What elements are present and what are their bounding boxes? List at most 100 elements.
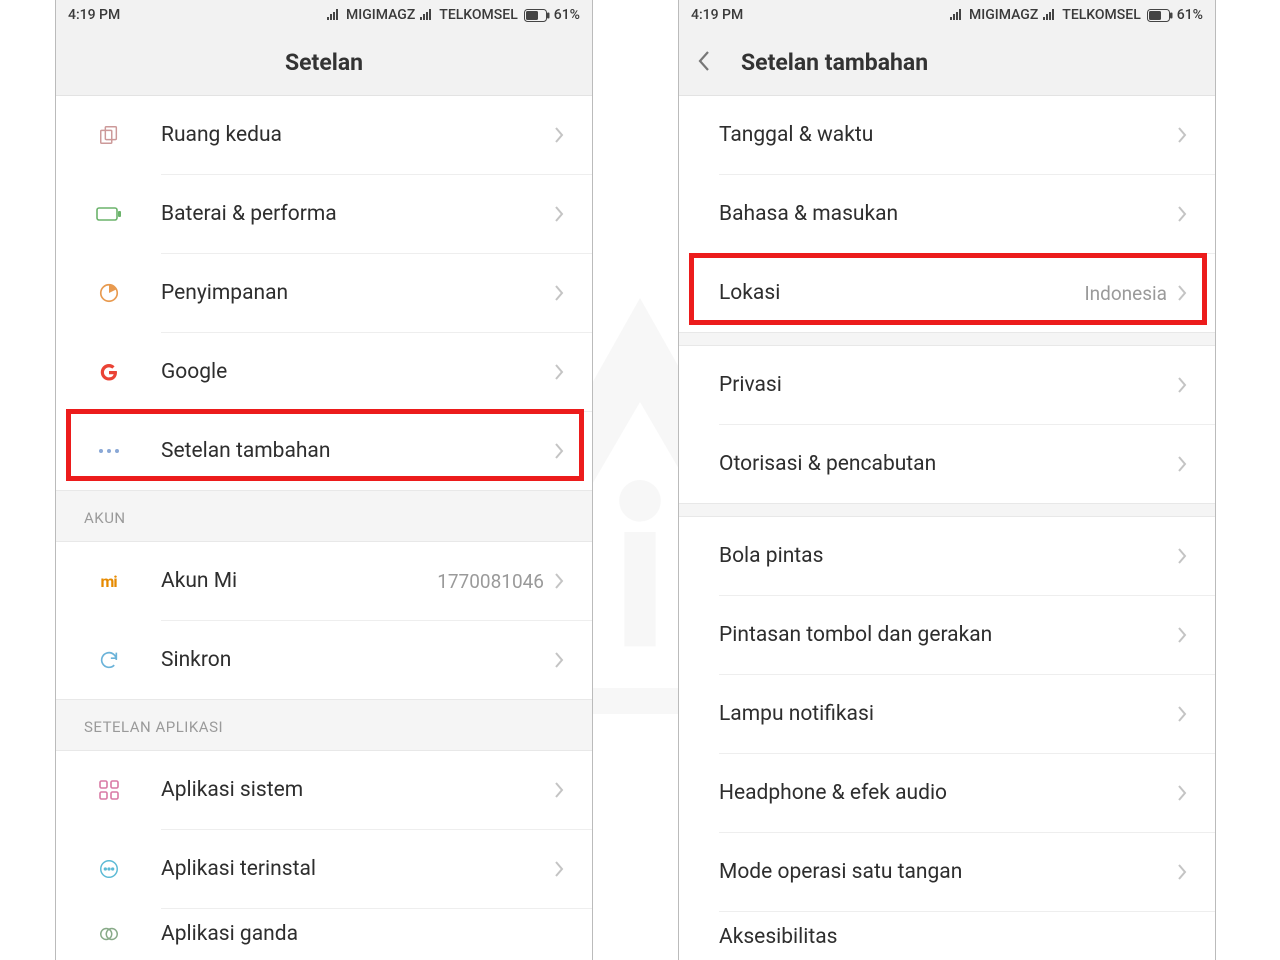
row-sinkron[interactable]: Sinkron	[56, 621, 592, 699]
page-title: Setelan tambahan	[741, 49, 928, 76]
row-label: Aplikasi ganda	[161, 922, 564, 946]
row-label: Ruang kedua	[161, 123, 554, 147]
row-label: Aplikasi sistem	[161, 778, 554, 802]
chevron-right-icon	[554, 781, 564, 799]
chevron-right-icon	[1177, 547, 1187, 565]
row-tanggal[interactable]: Tanggal & waktu	[679, 96, 1215, 174]
row-aplikasi-ganda[interactable]: Aplikasi ganda	[56, 909, 592, 959]
row-setelan-tambahan[interactable]: Setelan tambahan	[56, 412, 592, 490]
row-label: Sinkron	[161, 648, 554, 672]
row-privasi[interactable]: Privasi	[679, 346, 1215, 424]
battery-percent: 61%	[554, 7, 580, 23]
status-bar: 4:19 PM MIGIMAGZ TELKOMSEL 61%	[679, 0, 1215, 30]
row-label: Google	[161, 360, 554, 384]
chevron-right-icon	[554, 651, 564, 669]
mi-icon: mi	[100, 572, 116, 591]
chevron-left-icon	[697, 49, 711, 73]
row-label: Aplikasi terinstal	[161, 857, 554, 881]
phone-left-settings: 4:19 PM MIGIMAGZ TELKOMSEL 61% Setelan R…	[55, 0, 593, 960]
carrier-1: MIGIMAGZ	[346, 7, 415, 23]
chevron-right-icon	[1177, 284, 1187, 302]
row-lampu[interactable]: Lampu notifikasi	[679, 675, 1215, 753]
row-label: Headphone & efek audio	[719, 781, 1177, 805]
status-time: 4:19 PM	[68, 7, 120, 23]
chevron-right-icon	[1177, 784, 1187, 802]
chevron-right-icon	[1177, 626, 1187, 644]
chevron-right-icon	[554, 572, 564, 590]
row-value: 1770081046	[437, 570, 544, 593]
row-label: Baterai & performa	[161, 202, 554, 226]
row-penyimpanan[interactable]: Penyimpanan	[56, 254, 592, 332]
section-setelan-aplikasi: SETELAN APLIKASI	[56, 699, 592, 751]
row-mode-satu[interactable]: Mode operasi satu tangan	[679, 833, 1215, 911]
row-label: Bola pintas	[719, 544, 1177, 568]
chevron-right-icon	[1177, 376, 1187, 394]
phone-right-additional-settings: 4:19 PM MIGIMAGZ TELKOMSEL 61% Setelan t…	[678, 0, 1216, 960]
section-akun: AKUN	[56, 490, 592, 542]
signal-icon-2	[1042, 9, 1056, 21]
chevron-right-icon	[1177, 205, 1187, 223]
header-settings: Setelan	[56, 30, 592, 96]
dual-apps-icon	[98, 923, 120, 945]
row-label: Setelan tambahan	[161, 439, 554, 463]
signal-icon-1	[326, 9, 340, 21]
chevron-right-icon	[554, 284, 564, 302]
row-ruang-kedua[interactable]: Ruang kedua	[56, 96, 592, 174]
chevron-right-icon	[1177, 863, 1187, 881]
row-label: Lokasi	[719, 281, 1084, 305]
chevron-right-icon	[554, 860, 564, 878]
header-additional: Setelan tambahan	[679, 30, 1215, 96]
status-time: 4:19 PM	[691, 7, 743, 23]
row-label: Aksesibilitas	[719, 925, 1187, 949]
row-pintasan[interactable]: Pintasan tombol dan gerakan	[679, 596, 1215, 674]
more-dots-icon	[98, 448, 120, 454]
row-label: Tanggal & waktu	[719, 123, 1177, 147]
storage-icon	[98, 282, 120, 304]
chevron-right-icon	[1177, 705, 1187, 723]
battery-percent: 61%	[1177, 7, 1203, 23]
chevron-right-icon	[554, 363, 564, 381]
installed-apps-icon	[98, 858, 120, 880]
row-aksesibilitas[interactable]: Aksesibilitas	[679, 912, 1215, 960]
google-icon	[98, 361, 120, 383]
clone-icon	[98, 124, 120, 146]
row-headphone[interactable]: Headphone & efek audio	[679, 754, 1215, 832]
battery-perf-icon	[96, 205, 122, 223]
row-label: Otorisasi & pencabutan	[719, 452, 1177, 476]
row-aplikasi-terinstal[interactable]: Aplikasi terinstal	[56, 830, 592, 908]
row-label: Mode operasi satu tangan	[719, 860, 1177, 884]
chevron-right-icon	[554, 126, 564, 144]
row-lokasi[interactable]: Lokasi Indonesia	[679, 254, 1215, 332]
row-label: Pintasan tombol dan gerakan	[719, 623, 1177, 647]
battery-icon	[1147, 9, 1173, 22]
carrier-1: MIGIMAGZ	[969, 7, 1038, 23]
chevron-right-icon	[1177, 455, 1187, 473]
row-bola[interactable]: Bola pintas	[679, 517, 1215, 595]
row-google[interactable]: Google	[56, 333, 592, 411]
settings-list: Ruang kedua Baterai & performa Penyimpan…	[56, 96, 592, 959]
sync-icon	[98, 649, 120, 671]
battery-icon	[524, 9, 550, 22]
row-bahasa[interactable]: Bahasa & masukan	[679, 175, 1215, 253]
row-aplikasi-sistem[interactable]: Aplikasi sistem	[56, 751, 592, 829]
row-label: Lampu notifikasi	[719, 702, 1177, 726]
chevron-right-icon	[1177, 126, 1187, 144]
status-bar: 4:19 PM MIGIMAGZ TELKOMSEL 61%	[56, 0, 592, 30]
row-otorisasi[interactable]: Otorisasi & pencabutan	[679, 425, 1215, 503]
chevron-right-icon	[554, 442, 564, 460]
row-label: Privasi	[719, 373, 1177, 397]
page-title: Setelan	[285, 49, 363, 76]
row-baterai[interactable]: Baterai & performa	[56, 175, 592, 253]
signal-icon-1	[949, 9, 963, 21]
carrier-2: TELKOMSEL	[439, 7, 517, 23]
row-label: Bahasa & masukan	[719, 202, 1177, 226]
row-akun-mi[interactable]: mi Akun Mi 1770081046	[56, 542, 592, 620]
row-label: Penyimpanan	[161, 281, 554, 305]
signal-icon-2	[419, 9, 433, 21]
back-button[interactable]	[697, 49, 711, 77]
row-label: Akun Mi	[161, 569, 437, 593]
apps-grid-icon	[99, 780, 119, 800]
carrier-2: TELKOMSEL	[1062, 7, 1140, 23]
additional-settings-list: Tanggal & waktu Bahasa & masukan Lokasi …	[679, 96, 1215, 960]
row-value: Indonesia	[1084, 282, 1167, 305]
